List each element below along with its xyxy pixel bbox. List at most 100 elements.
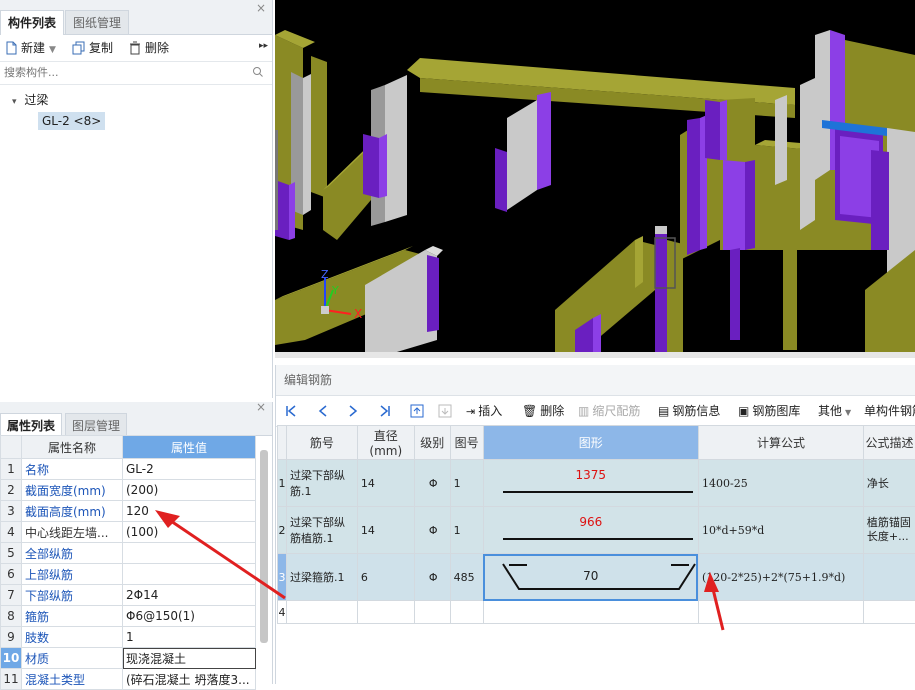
- search-input[interactable]: [2, 65, 236, 80]
- move-down-icon[interactable]: [438, 404, 452, 418]
- figure-number-cell[interactable]: 1: [449, 506, 484, 554]
- row-number: 2: [277, 506, 287, 554]
- property-row[interactable]: 11 混凝土类型 (碎石混凝土 坍落度3...: [0, 668, 256, 690]
- figure-number-cell[interactable]: 485: [449, 553, 484, 601]
- tab-property-list[interactable]: 属性列表: [0, 413, 63, 437]
- bar-name-cell[interactable]: 过梁下部纵筋.1: [285, 459, 358, 507]
- shape-cell[interactable]: 70: [482, 553, 699, 601]
- property-value[interactable]: 1: [122, 626, 256, 648]
- rebar-delete-button[interactable]: 🗑 删除: [522, 403, 564, 419]
- rebar-library-button[interactable]: ▣ 钢筋图库: [738, 403, 800, 419]
- row-number: 1: [0, 458, 22, 480]
- formula-cell[interactable]: 10*d+59*d: [697, 506, 864, 554]
- first-record-icon[interactable]: [284, 404, 298, 418]
- grade-cell[interactable]: [413, 600, 451, 624]
- property-name: 上部纵筋: [21, 563, 123, 585]
- shape-cell[interactable]: [482, 600, 699, 624]
- property-row[interactable]: 10 材质 现浇混凝土: [0, 647, 256, 669]
- formula-desc-cell[interactable]: [862, 600, 915, 624]
- property-value[interactable]: Φ6@150(1): [122, 605, 256, 627]
- delete-button[interactable]: 删除: [128, 39, 169, 57]
- property-value[interactable]: [122, 563, 256, 585]
- property-value[interactable]: [122, 542, 256, 564]
- diameter-cell[interactable]: [356, 600, 415, 624]
- property-value[interactable]: 2Φ14: [122, 584, 256, 606]
- property-value[interactable]: (200): [122, 479, 256, 501]
- shape-length-label[interactable]: 70: [485, 569, 697, 583]
- tree-group-label: 过梁: [24, 93, 49, 107]
- property-value[interactable]: 120: [122, 500, 256, 522]
- dropdown-arrow-icon[interactable]: ▼: [49, 45, 56, 55]
- property-row[interactable]: 4 中心线距左墙... (100): [0, 521, 256, 543]
- formula-desc-cell[interactable]: [862, 553, 915, 601]
- figure-number-cell[interactable]: [449, 600, 484, 624]
- diameter-cell[interactable]: 6: [356, 553, 415, 601]
- formula-desc-cell[interactable]: 植筋锚固长度+...: [862, 506, 915, 554]
- property-name: 下部纵筋: [21, 584, 123, 606]
- property-row[interactable]: 7 下部纵筋 2Φ14: [0, 584, 256, 606]
- formula-desc-cell[interactable]: 净长: [862, 459, 915, 507]
- bar-name-cell[interactable]: 过梁下部纵筋植筋.1: [285, 506, 358, 554]
- row-number: 11: [0, 668, 22, 690]
- property-table: 属性名称 属性值 1 名称 GL-2 2 截面宽度(mm) (200) 3 截面高度(mm) 1…: [0, 435, 256, 690]
- tree-item-gl2[interactable]: GL-2 <8>: [38, 112, 106, 130]
- shape-length-label[interactable]: 1375: [485, 468, 697, 482]
- shape-length-label[interactable]: 966: [485, 515, 697, 529]
- tab-drawing-management[interactable]: 图纸管理: [65, 10, 130, 34]
- property-name: 混凝土类型: [21, 668, 123, 690]
- close-icon[interactable]: ×: [256, 400, 266, 414]
- scale-rebar-button[interactable]: ▥ 缩尺配筋: [578, 403, 640, 419]
- tree-group-lintel[interactable]: ▾ 过梁: [12, 91, 48, 108]
- last-record-icon[interactable]: [378, 404, 392, 418]
- property-scrollbar[interactable]: [260, 450, 268, 643]
- formula-cell[interactable]: [697, 600, 864, 624]
- row-number: 4: [0, 521, 22, 543]
- grade-cell[interactable]: Φ: [413, 553, 451, 601]
- row-number: 3: [0, 500, 22, 522]
- rebar-info-label: 钢筋信息: [672, 404, 721, 418]
- shape-cell[interactable]: 1375: [482, 459, 699, 507]
- property-name: 全部纵筋: [21, 542, 123, 564]
- formula-cell[interactable]: 1400-25: [697, 459, 864, 507]
- property-row[interactable]: 9 肢数 1: [0, 626, 256, 648]
- tab-component-list[interactable]: 构件列表: [0, 10, 65, 35]
- tab-layer-management[interactable]: 图层管理: [65, 413, 128, 437]
- property-row[interactable]: 2 截面宽度(mm) (200): [0, 479, 256, 501]
- figure-number-cell[interactable]: 1: [449, 459, 484, 507]
- bar-name-cell[interactable]: [285, 600, 358, 624]
- property-row[interactable]: 5 全部纵筋: [0, 542, 256, 564]
- new-button[interactable]: 新建 ▼: [4, 39, 56, 57]
- shape-cell[interactable]: 966: [482, 506, 699, 554]
- next-record-icon[interactable]: [346, 404, 360, 418]
- close-icon[interactable]: ×: [256, 1, 266, 15]
- search-icon[interactable]: [252, 66, 264, 78]
- move-up-icon[interactable]: [410, 404, 424, 418]
- property-row[interactable]: 8 箍筋 Φ6@150(1): [0, 605, 256, 627]
- grade-cell[interactable]: Φ: [413, 506, 451, 554]
- bar-name-cell[interactable]: 过梁箍筋.1: [285, 553, 358, 601]
- copy-button[interactable]: 复制: [72, 39, 113, 57]
- property-value[interactable]: (100): [122, 521, 256, 543]
- property-value[interactable]: 现浇混凝土: [122, 647, 256, 669]
- col-figure-number: 图号: [449, 425, 484, 460]
- diameter-cell[interactable]: 14: [356, 506, 415, 554]
- property-row[interactable]: 1 名称 GL-2: [0, 458, 256, 480]
- other-menu-button[interactable]: 其他 ▼: [818, 403, 851, 421]
- property-value[interactable]: (碎石混凝土 坍落度3...: [122, 668, 256, 690]
- formula-cell[interactable]: (120-2*25)+2*(75+1.9*d): [697, 553, 864, 601]
- property-row[interactable]: 3 截面高度(mm) 120: [0, 500, 256, 522]
- grade-cell[interactable]: Φ: [413, 459, 451, 507]
- more-icon[interactable]: ▸▸: [259, 41, 268, 51]
- prev-record-icon[interactable]: [316, 404, 330, 418]
- diameter-cell[interactable]: 14: [356, 459, 415, 507]
- copy-button-label: 复制: [89, 41, 114, 55]
- property-row[interactable]: 6 上部纵筋: [0, 563, 256, 585]
- rebar-delete-label: 删除: [540, 404, 565, 418]
- single-component-button[interactable]: 单构件钢筋: [864, 403, 915, 419]
- expand-icon[interactable]: ▾: [12, 97, 17, 107]
- 3d-viewport[interactable]: Z Y X: [275, 0, 915, 358]
- rebar-info-button[interactable]: ▤ 钢筋信息: [658, 403, 720, 419]
- insert-button[interactable]: ⇥ 插入: [466, 403, 502, 420]
- property-value[interactable]: GL-2: [122, 458, 256, 480]
- new-file-icon: [6, 41, 17, 55]
